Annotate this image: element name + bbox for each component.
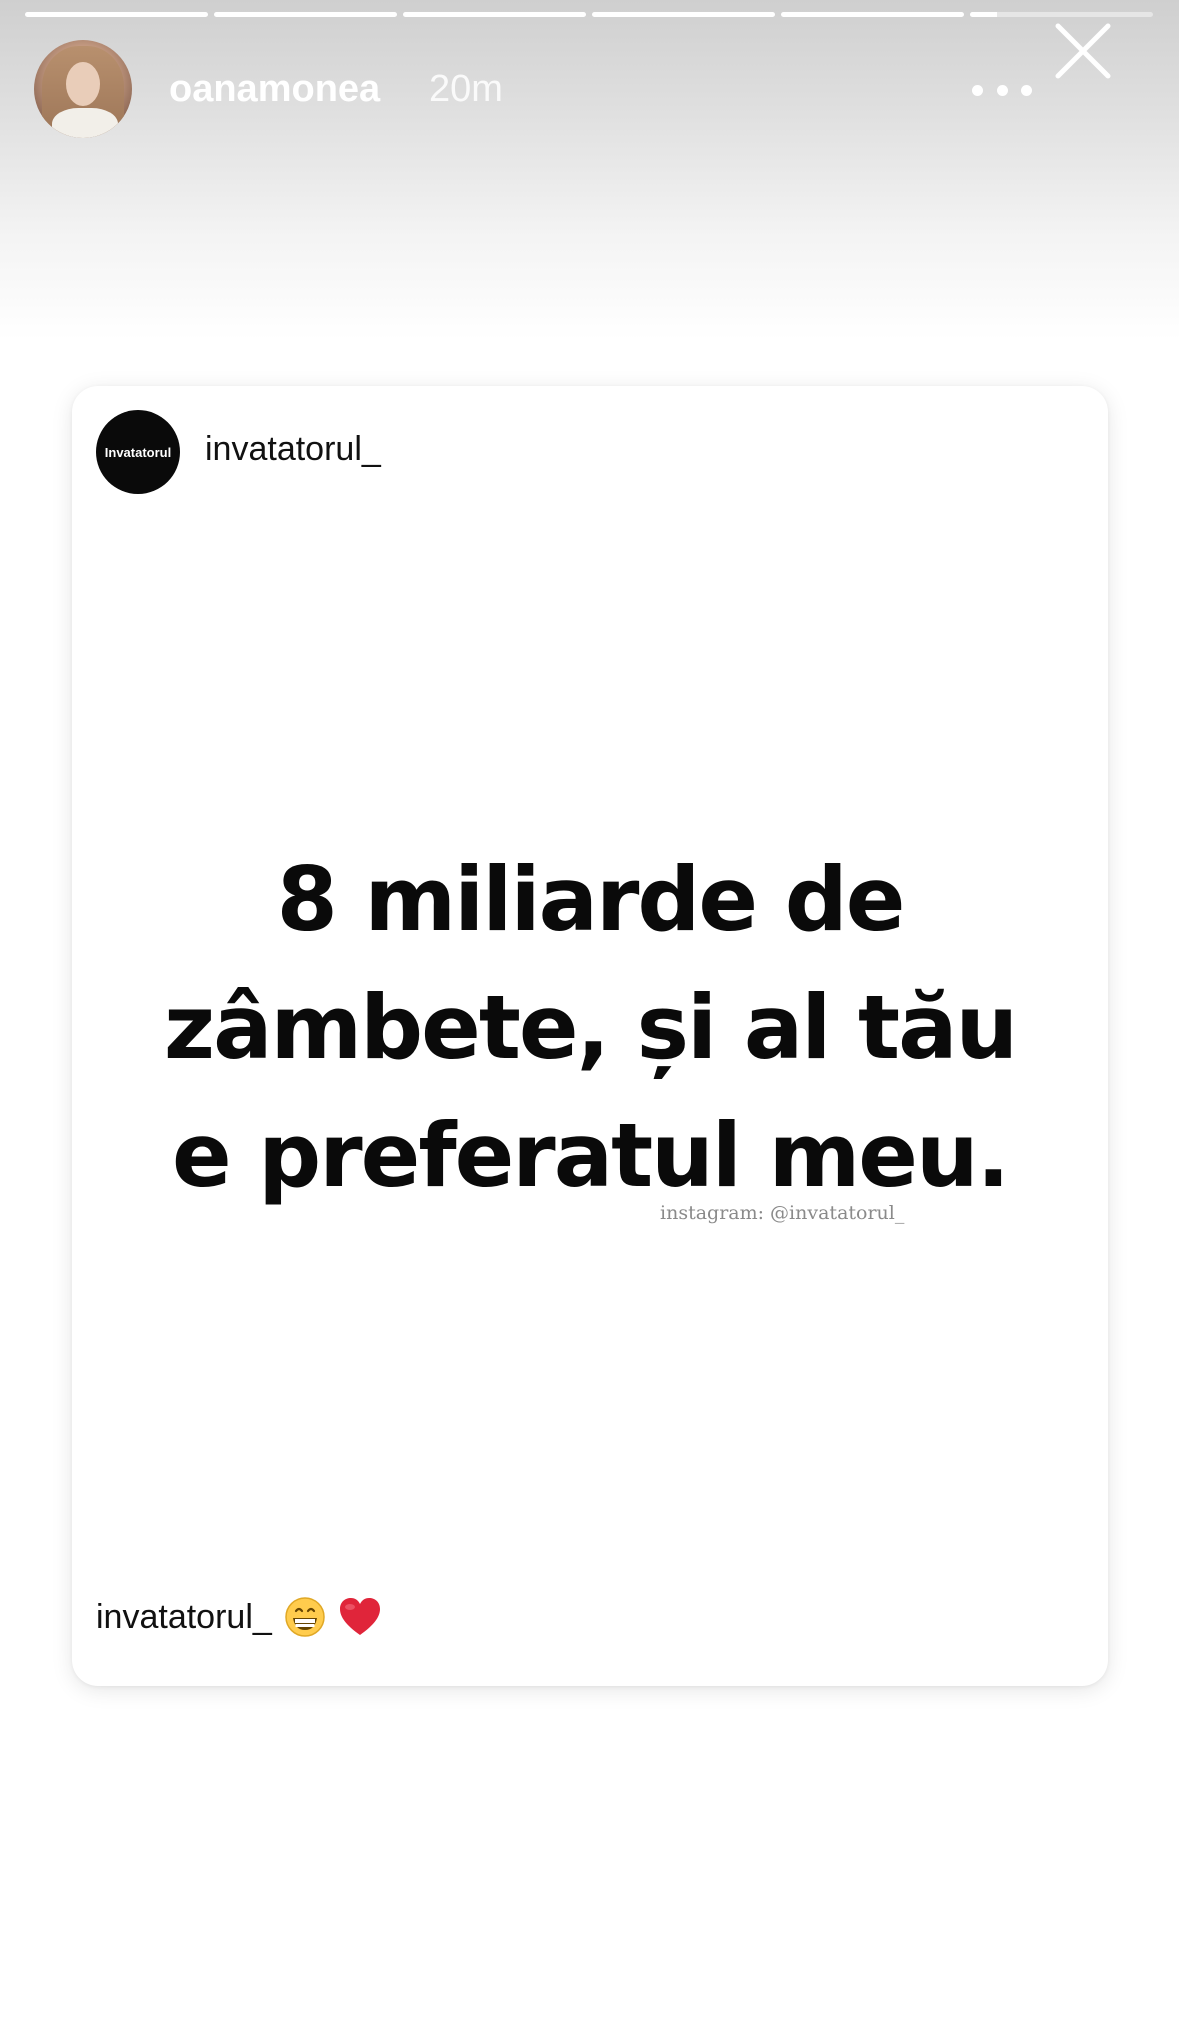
avatar-face xyxy=(66,62,100,106)
post-author-username[interactable]: invatatorul_ xyxy=(205,430,381,469)
post-watermark: instagram: @invatatorul_ xyxy=(660,1202,905,1224)
quote-line: e preferatul meu. xyxy=(171,1104,1010,1207)
post-quote-text: 8 miliarde de zâmbete, și al tău e prefe… xyxy=(72,836,1108,1220)
post-author-avatar-text: Invatatorul xyxy=(104,444,172,460)
story-progress-segment xyxy=(592,12,775,17)
story-header: oanamonea 20m xyxy=(34,40,1154,140)
story-progress-segment xyxy=(970,12,1153,17)
story-progress-fill xyxy=(403,12,586,17)
more-dot xyxy=(972,84,983,96)
story-progress-segment xyxy=(214,12,397,17)
close-icon[interactable] xyxy=(1050,18,1116,84)
story-progress-fill xyxy=(781,12,964,17)
more-horizontal-icon[interactable] xyxy=(972,82,1032,98)
shared-post-card[interactable]: Invatatorul invatatorul_ 8 miliarde de z… xyxy=(72,386,1108,1686)
story-timestamp: 20m xyxy=(429,68,503,110)
story-progress-fill xyxy=(970,12,998,17)
quote-line: zâmbete, și al tău xyxy=(163,976,1018,1079)
more-dot xyxy=(996,84,1008,96)
post-caption: invatatorul_ xyxy=(96,1596,382,1638)
story-progress-segment xyxy=(403,12,586,17)
story-progress-segment xyxy=(25,12,208,17)
quote-line: 8 miliarde de xyxy=(276,848,906,951)
red-heart-icon xyxy=(339,1598,380,1635)
more-dot xyxy=(1021,84,1032,96)
story-progress-fill xyxy=(25,12,208,17)
story-username[interactable]: oanamonea xyxy=(169,68,380,111)
avatar-body xyxy=(52,108,118,138)
avatar[interactable] xyxy=(34,40,132,138)
story-progress-bars xyxy=(25,12,1153,17)
caption-username[interactable]: invatatorul_ xyxy=(96,1598,272,1637)
grinning-face-icon xyxy=(285,1597,325,1637)
post-author-avatar[interactable]: Invatatorul xyxy=(96,410,180,494)
story-progress-fill xyxy=(592,12,775,17)
story-progress-fill xyxy=(214,12,397,17)
story-progress-segment xyxy=(781,12,964,17)
